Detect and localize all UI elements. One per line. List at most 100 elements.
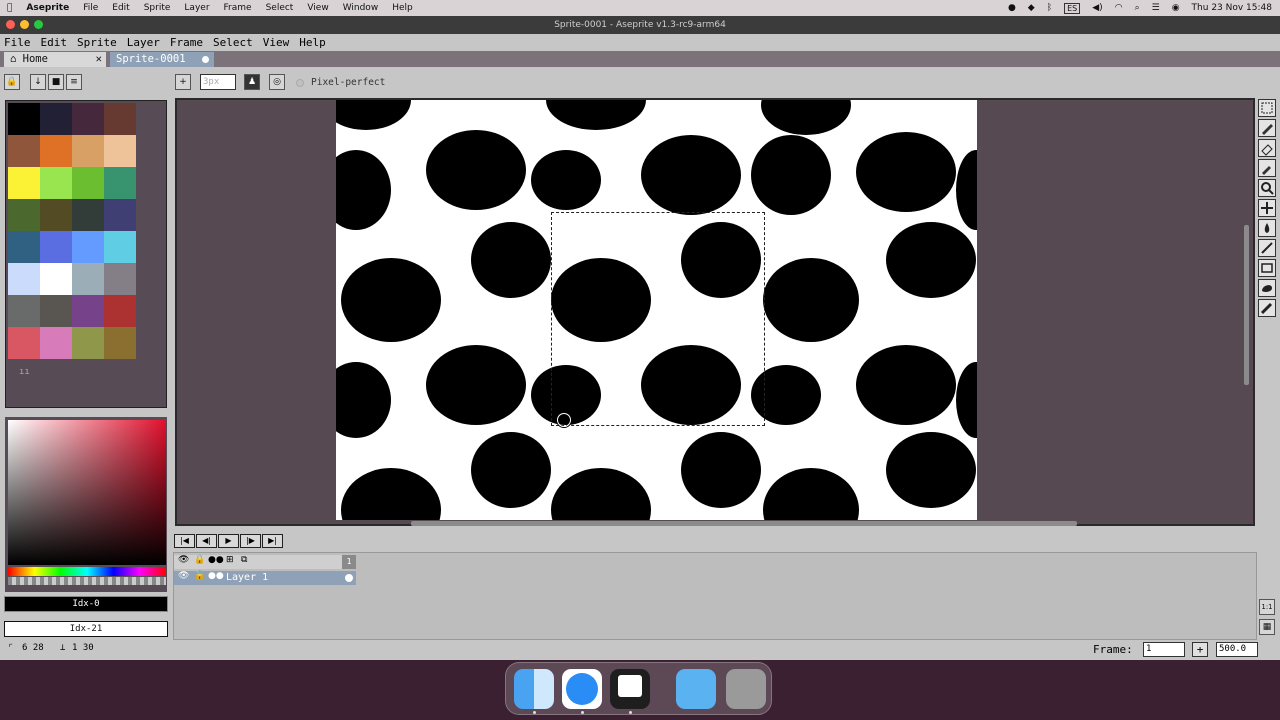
last-frame-button[interactable]: ▶| [262,534,283,548]
zoom-tool-icon[interactable] [1258,179,1276,197]
palette-sort-icon[interactable]: ■ [48,74,64,90]
menu-view[interactable]: View [259,36,294,49]
bg-color-button[interactable]: Idx-21 [4,621,168,637]
palette-swatch[interactable] [72,199,104,231]
palette-swatch[interactable] [8,103,40,135]
eye-header-icon[interactable]: 👁 [178,555,189,565]
dropbox-icon[interactable]: ◆ [1028,3,1035,13]
pencil-tool-icon[interactable] [1258,119,1276,137]
contour-tool-icon[interactable] [1258,279,1276,297]
menu-help[interactable]: Help [295,36,330,49]
palette-swatch[interactable] [40,295,72,327]
brush-type-icon[interactable]: + [175,74,191,90]
palette-swatch[interactable] [104,231,136,263]
palette-swatch[interactable] [104,199,136,231]
palette-swatch[interactable] [104,135,136,167]
palette-swatch[interactable] [8,199,40,231]
add-frame-button[interactable]: + [1192,642,1208,657]
next-frame-button[interactable]: |▶ [240,534,261,548]
brush-pattern-icon[interactable]: ♟ [244,74,260,90]
layer-name[interactable]: Layer 1 [226,571,268,585]
palette-swatch[interactable] [8,135,40,167]
lock-header-icon[interactable]: 🔒 [194,555,205,565]
palette-menu-icon[interactable]: ≡ [66,74,82,90]
layer-visible-icon[interactable]: 👁 [178,571,189,581]
tab-sprite[interactable]: Sprite-0001 [110,52,214,67]
palette-swatch[interactable] [40,263,72,295]
marquee-tool-icon[interactable] [1258,99,1276,117]
menu-frame[interactable]: Frame [166,36,207,49]
minimize-window-button[interactable] [20,20,29,29]
palette-swatch[interactable] [40,231,72,263]
cel-frame-1[interactable] [342,571,356,585]
palette-options-icon[interactable]: ↓ [30,74,46,90]
palette-swatch[interactable] [72,167,104,199]
mac-menu-edit[interactable]: Edit [105,0,136,16]
palette-swatch[interactable] [104,167,136,199]
pixel-perfect-label[interactable]: Pixel-perfect [311,77,385,88]
frame-field[interactable]: 1 [1143,642,1185,657]
palette-swatch[interactable] [72,231,104,263]
palette-swatch[interactable] [72,103,104,135]
saturation-value-field[interactable] [8,420,166,565]
keyboard-layout[interactable]: ES [1064,2,1081,14]
eyedropper-tool-icon[interactable] [1258,159,1276,177]
selection-marquee[interactable] [551,212,765,426]
blur-tool-icon[interactable] [1258,299,1276,317]
ink-type-icon[interactable]: ◎ [269,74,285,90]
palette-swatch[interactable] [8,295,40,327]
menu-edit[interactable]: Edit [37,36,72,49]
alpha-slider[interactable] [8,577,166,585]
palette-swatch[interactable] [104,103,136,135]
clock[interactable]: Thu 23 Nov 15:48 [1192,3,1272,13]
aseprite-dock-icon[interactable] [610,669,650,709]
palette-swatch[interactable] [8,263,40,295]
vertical-scrollbar[interactable] [1244,225,1249,385]
mac-menu-layer[interactable]: Layer [177,0,216,16]
apple-icon[interactable]:  [0,0,19,16]
mac-menu-sprite[interactable]: Sprite [137,0,178,16]
move-tool-icon[interactable] [1258,199,1276,217]
palette-swatch[interactable] [8,327,40,359]
fg-color-button[interactable]: Idx-0 [4,596,168,612]
palette-swatch[interactable] [40,327,72,359]
line-tool-icon[interactable] [1258,239,1276,257]
mac-menu-help[interactable]: Help [385,0,420,16]
palette-swatch[interactable] [72,263,104,295]
trash-icon[interactable] [726,669,766,709]
wifi-icon[interactable]: ◠ [1115,3,1123,13]
layer-continuous-icon[interactable]: ●● [208,571,224,581]
palette-swatch[interactable] [104,327,136,359]
palette-swatch[interactable] [72,135,104,167]
mac-menu-file[interactable]: File [76,0,105,16]
canvas-editor[interactable] [175,98,1255,526]
layer-lock-icon[interactable]: 🔓 [194,571,205,581]
safari-icon[interactable] [562,669,602,709]
mac-menu-frame[interactable]: Frame [217,0,259,16]
bluetooth-icon[interactable]: ᛒ [1047,3,1052,13]
volume-icon[interactable]: ◀) [1092,3,1102,13]
palette-swatch[interactable] [40,167,72,199]
palette-swatch[interactable] [8,167,40,199]
play-button[interactable]: ▶ [218,534,239,548]
siri-icon[interactable]: ◉ [1172,3,1180,13]
timeline-zoom-icon[interactable]: 1:1 [1259,599,1275,615]
palette-swatch[interactable] [104,295,136,327]
fill-tool-icon[interactable] [1258,219,1276,237]
mac-menu-view[interactable]: View [300,0,335,16]
close-window-button[interactable] [6,20,15,29]
menu-select[interactable]: Select [209,36,257,49]
previous-frame-button[interactable]: ◀| [196,534,217,548]
mac-menu-select[interactable]: Select [259,0,301,16]
layer-row[interactable]: 👁 🔓 ●● Layer 1 [174,571,342,585]
palette-swatch[interactable] [8,231,40,263]
search-icon[interactable]: ⌕ [1135,3,1140,13]
lock-palette-icon[interactable]: 🔒 [4,74,20,90]
link-header-icon[interactable]: ⧉ [241,555,247,565]
pixel-perfect-checkbox[interactable] [296,79,304,87]
horizontal-scrollbar[interactable] [411,521,1077,526]
zoom-field[interactable]: 500.0 [1216,642,1258,657]
first-frame-button[interactable]: |◀ [174,534,195,548]
rectangle-tool-icon[interactable] [1258,259,1276,277]
hue-slider[interactable] [8,567,166,576]
